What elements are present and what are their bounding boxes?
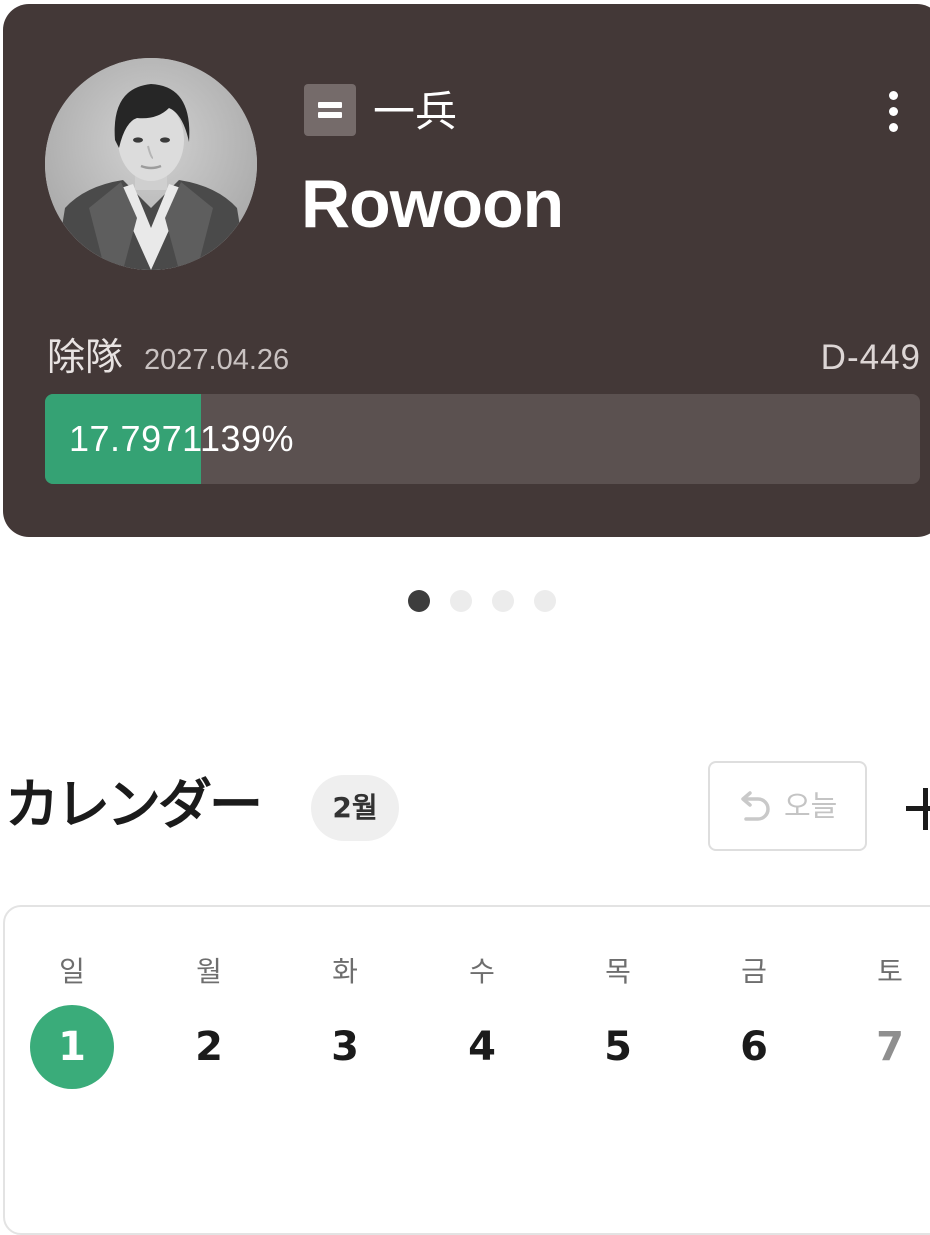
service-progress-bar: 17.7971139% bbox=[45, 394, 920, 484]
rank-two-bars-icon bbox=[304, 84, 356, 136]
weekday-thursday: 목 bbox=[605, 955, 631, 988]
day-number: 7 bbox=[876, 1024, 904, 1070]
pager-dot[interactable] bbox=[450, 590, 472, 612]
today-button-label: 오늘 bbox=[784, 789, 838, 823]
weekday-saturday: 토 bbox=[877, 955, 903, 988]
weekday-tuesday: 화 bbox=[332, 955, 358, 988]
calendar-day[interactable]: 6 bbox=[709, 1005, 799, 1089]
weekday-wednesday: 수 bbox=[469, 955, 495, 988]
discharge-date: 2027.04.26 bbox=[144, 344, 290, 376]
calendar-title: カレンダー bbox=[5, 773, 263, 836]
d-day-counter: D-449 bbox=[820, 338, 921, 377]
weekday-sunday: 일 bbox=[59, 955, 85, 988]
calendar-day[interactable]: 3 bbox=[300, 1005, 390, 1089]
soldier-profile-card[interactable]: 一兵 Rowoon 除隊 2027.04.26 D-449 17.7971139… bbox=[3, 4, 930, 537]
today-button[interactable]: 오늘 bbox=[708, 761, 867, 851]
calendar-day[interactable]: 4 bbox=[437, 1005, 527, 1089]
calendar-day-selected[interactable]: 1 bbox=[27, 1005, 117, 1089]
calendar-day[interactable]: 2 bbox=[164, 1005, 254, 1089]
calendar-day[interactable]: 5 bbox=[573, 1005, 663, 1089]
day-number: 2 bbox=[195, 1024, 223, 1070]
day-number: 5 bbox=[604, 1024, 632, 1070]
more-options-icon[interactable] bbox=[871, 88, 915, 136]
discharge-label: 除隊 bbox=[47, 335, 124, 379]
pager-dot[interactable] bbox=[408, 590, 430, 612]
undo-arrow-icon bbox=[736, 791, 772, 828]
service-progress-text: 17.7971139% bbox=[69, 418, 295, 459]
day-number: 1 bbox=[58, 1024, 86, 1070]
day-number: 4 bbox=[468, 1024, 496, 1070]
pager-dot[interactable] bbox=[492, 590, 514, 612]
month-badge[interactable]: 2월 bbox=[311, 775, 399, 841]
add-event-icon[interactable] bbox=[904, 788, 930, 832]
weekday-monday: 월 bbox=[196, 955, 222, 988]
rank-label: 一兵 bbox=[373, 87, 458, 136]
day-number: 6 bbox=[740, 1024, 768, 1070]
pager-dot[interactable] bbox=[534, 590, 556, 612]
soldier-name: Rowoon bbox=[301, 166, 564, 242]
day-number: 3 bbox=[331, 1024, 359, 1070]
calendar-day[interactable]: 7 bbox=[845, 1005, 930, 1089]
profile-avatar bbox=[45, 58, 257, 270]
weekday-friday: 금 bbox=[741, 955, 767, 988]
